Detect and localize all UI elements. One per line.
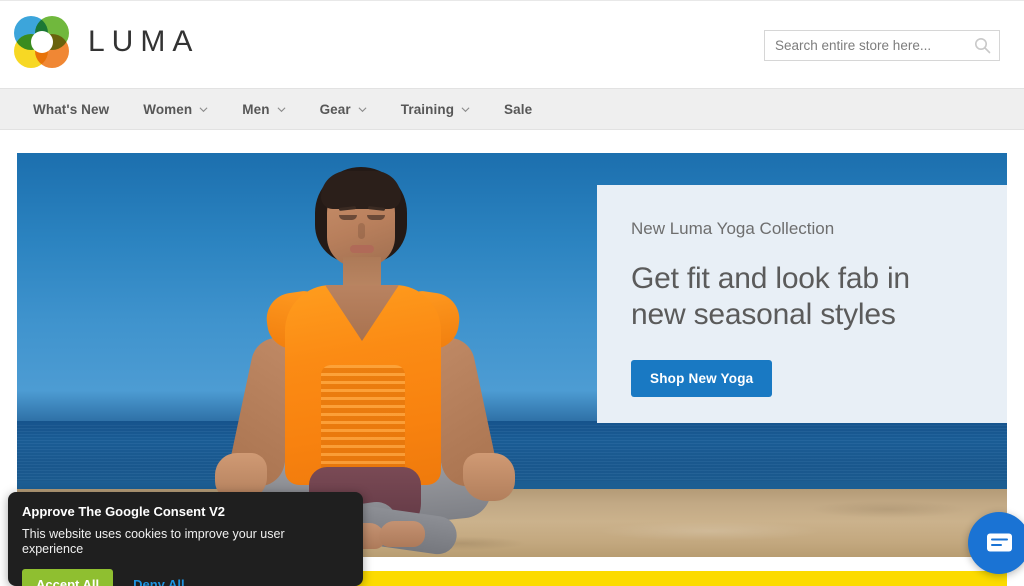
chat-bubble-icon xyxy=(986,533,1012,552)
search-box[interactable] xyxy=(764,30,1000,61)
chevron-down-icon xyxy=(277,106,286,112)
chevron-down-icon xyxy=(461,106,470,112)
search-icon[interactable] xyxy=(965,31,999,60)
shop-new-yoga-button[interactable]: Shop New Yoga xyxy=(631,360,773,398)
chevron-down-icon xyxy=(199,106,208,112)
nav-item-label: What's New xyxy=(33,101,110,117)
main-navigation: What's New Women Men Gear Training Sale xyxy=(0,88,1024,130)
storefront-page: LUMA What's New Women Men xyxy=(0,0,1024,586)
accept-all-button[interactable]: Accept All xyxy=(22,568,114,586)
nav-item-label: Sale xyxy=(504,101,533,117)
site-logo-wordmark: LUMA xyxy=(88,25,200,58)
site-logo-link[interactable]: LUMA xyxy=(14,16,199,68)
nav-item-men[interactable]: Men xyxy=(225,89,302,129)
deny-all-button[interactable]: Deny All xyxy=(123,569,195,586)
nav-item-sale[interactable]: Sale xyxy=(487,89,549,129)
consent-actions: Accept All Deny All xyxy=(22,568,349,586)
nav-item-women[interactable]: Women xyxy=(126,89,225,129)
luma-petals-logo-icon xyxy=(14,16,72,68)
nav-item-label: Women xyxy=(143,101,193,117)
consent-message: This website uses cookies to improve you… xyxy=(22,526,285,557)
chat-widget-button[interactable] xyxy=(968,512,1024,574)
hero-text-panel: New Luma Yoga Collection Get fit and loo… xyxy=(597,185,1007,423)
cookie-consent-banner: Approve The Google Consent V2 This websi… xyxy=(8,492,363,586)
site-header: LUMA xyxy=(0,1,1024,88)
nav-item-training[interactable]: Training xyxy=(384,89,487,129)
nav-item-label: Training xyxy=(400,101,455,117)
hero-headline: Get fit and look fab in new seasonal sty… xyxy=(631,262,910,331)
consent-title: Approve The Google Consent V2 xyxy=(22,504,225,519)
chevron-down-icon xyxy=(358,106,367,112)
hero-eyebrow: New Luma Yoga Collection xyxy=(631,219,835,238)
nav-item-gear[interactable]: Gear xyxy=(303,89,384,129)
search-input[interactable] xyxy=(765,38,965,53)
nav-item-whats-new[interactable]: What's New xyxy=(16,89,126,129)
nav-item-label: Men xyxy=(242,101,270,117)
nav-item-label: Gear xyxy=(319,101,351,117)
